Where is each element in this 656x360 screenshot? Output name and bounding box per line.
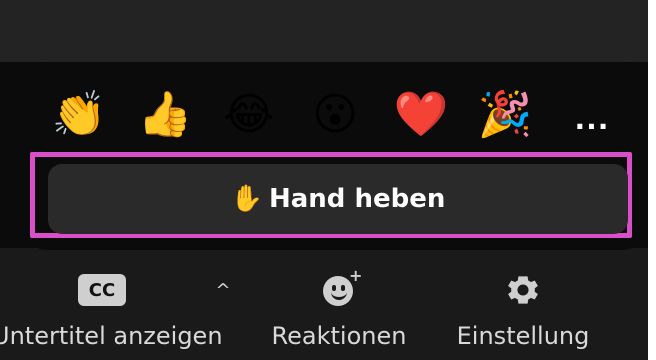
captions-button[interactable]: CC Untertitel anzeigen — [0, 270, 230, 356]
settings-label: Einstellung — [456, 322, 590, 350]
captions-label: Untertitel anzeigen — [0, 322, 223, 350]
clapping-hands-emoji-button[interactable]: 👏 — [52, 88, 107, 142]
thumbs-up-emoji-button[interactable]: 👍 — [138, 88, 193, 142]
tears-of-joy-emoji-button[interactable]: 😂 — [222, 88, 276, 142]
open-mouth-emoji-button[interactable]: 😮 — [308, 88, 362, 142]
reactions-label: Reaktionen — [271, 322, 407, 350]
chevron-up-icon[interactable]: ^ — [210, 278, 236, 304]
add-reaction-icon: + — [319, 266, 362, 310]
reactions-button[interactable]: + Reaktionen — [264, 266, 414, 356]
more-reactions-button[interactable]: ... — [572, 103, 612, 136]
settings-button[interactable]: Einstellung — [450, 270, 596, 356]
window-edge — [648, 0, 656, 360]
gear-icon — [504, 270, 542, 310]
red-heart-emoji-button[interactable]: ❤️ — [394, 88, 449, 142]
raised-hand-icon: ✋ — [230, 184, 263, 214]
closed-captions-icon: CC — [78, 274, 126, 306]
meeting-video-area — [0, 0, 656, 62]
raise-hand-button[interactable]: ✋ Hand heben — [48, 164, 628, 234]
party-popper-emoji-button[interactable]: 🎉 — [478, 88, 533, 142]
emoji-reaction-row: 👏 👍 😂 😮 ❤️ 🎉 ... — [46, 88, 636, 146]
raise-hand-label: Hand heben — [268, 184, 446, 214]
